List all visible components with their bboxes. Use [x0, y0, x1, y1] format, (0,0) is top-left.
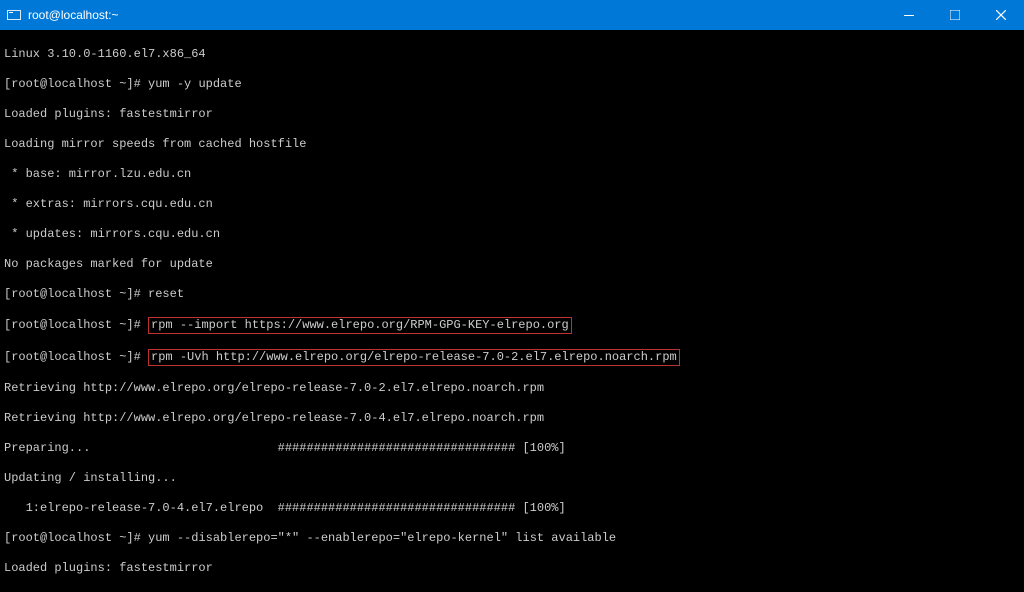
output-line: Retrieving http://www.elrepo.org/elrepo-…	[4, 411, 1020, 426]
output-line: Retrieving http://www.elrepo.org/elrepo-…	[4, 381, 1020, 396]
output-line: Preparing... ###########################…	[4, 441, 1020, 456]
red-box-2: rpm -Uvh http://www.elrepo.org/elrepo-re…	[148, 349, 680, 366]
terminal-area[interactable]: Linux 3.10.0-1160.el7.x86_64 [root@local…	[0, 30, 1024, 592]
output-line: * extras: mirrors.cqu.edu.cn	[4, 197, 1020, 212]
output-line: Loading mirror speeds from cached hostfi…	[4, 137, 1020, 152]
output-line: Loaded plugins: fastestmirror	[4, 561, 1020, 576]
maximize-button[interactable]	[932, 0, 978, 30]
red-box-1: rpm --import https://www.elrepo.org/RPM-…	[148, 317, 572, 334]
titlebar[interactable]: root@localhost:~	[0, 0, 1024, 30]
output-line: 1:elrepo-release-7.0-4.el7.elrepo ######…	[4, 501, 1020, 516]
minimize-button[interactable]	[886, 0, 932, 30]
output-line: [root@localhost ~]# reset	[4, 287, 1020, 302]
output-line: Updating / installing...	[4, 471, 1020, 486]
putty-icon	[6, 7, 22, 23]
output-line: [root@localhost ~]# yum --disablerepo="*…	[4, 531, 1020, 546]
output-line: No packages marked for update	[4, 257, 1020, 272]
output-line: * base: mirror.lzu.edu.cn	[4, 167, 1020, 182]
window-buttons	[886, 0, 1024, 30]
output-line: Loaded plugins: fastestmirror	[4, 107, 1020, 122]
output-line: * updates: mirrors.cqu.edu.cn	[4, 227, 1020, 242]
close-button[interactable]	[978, 0, 1024, 30]
putty-window: root@localhost:~ Linux 3.10.0-1160.el7.x…	[0, 0, 1024, 592]
highlighted-command: [root@localhost ~]# rpm -Uvh http://www.…	[4, 349, 1020, 366]
window-title: root@localhost:~	[28, 8, 886, 22]
highlighted-command: [root@localhost ~]# rpm --import https:/…	[4, 317, 1020, 334]
output-line: [root@localhost ~]# yum -y update	[4, 77, 1020, 92]
output-line: Linux 3.10.0-1160.el7.x86_64	[4, 47, 1020, 62]
